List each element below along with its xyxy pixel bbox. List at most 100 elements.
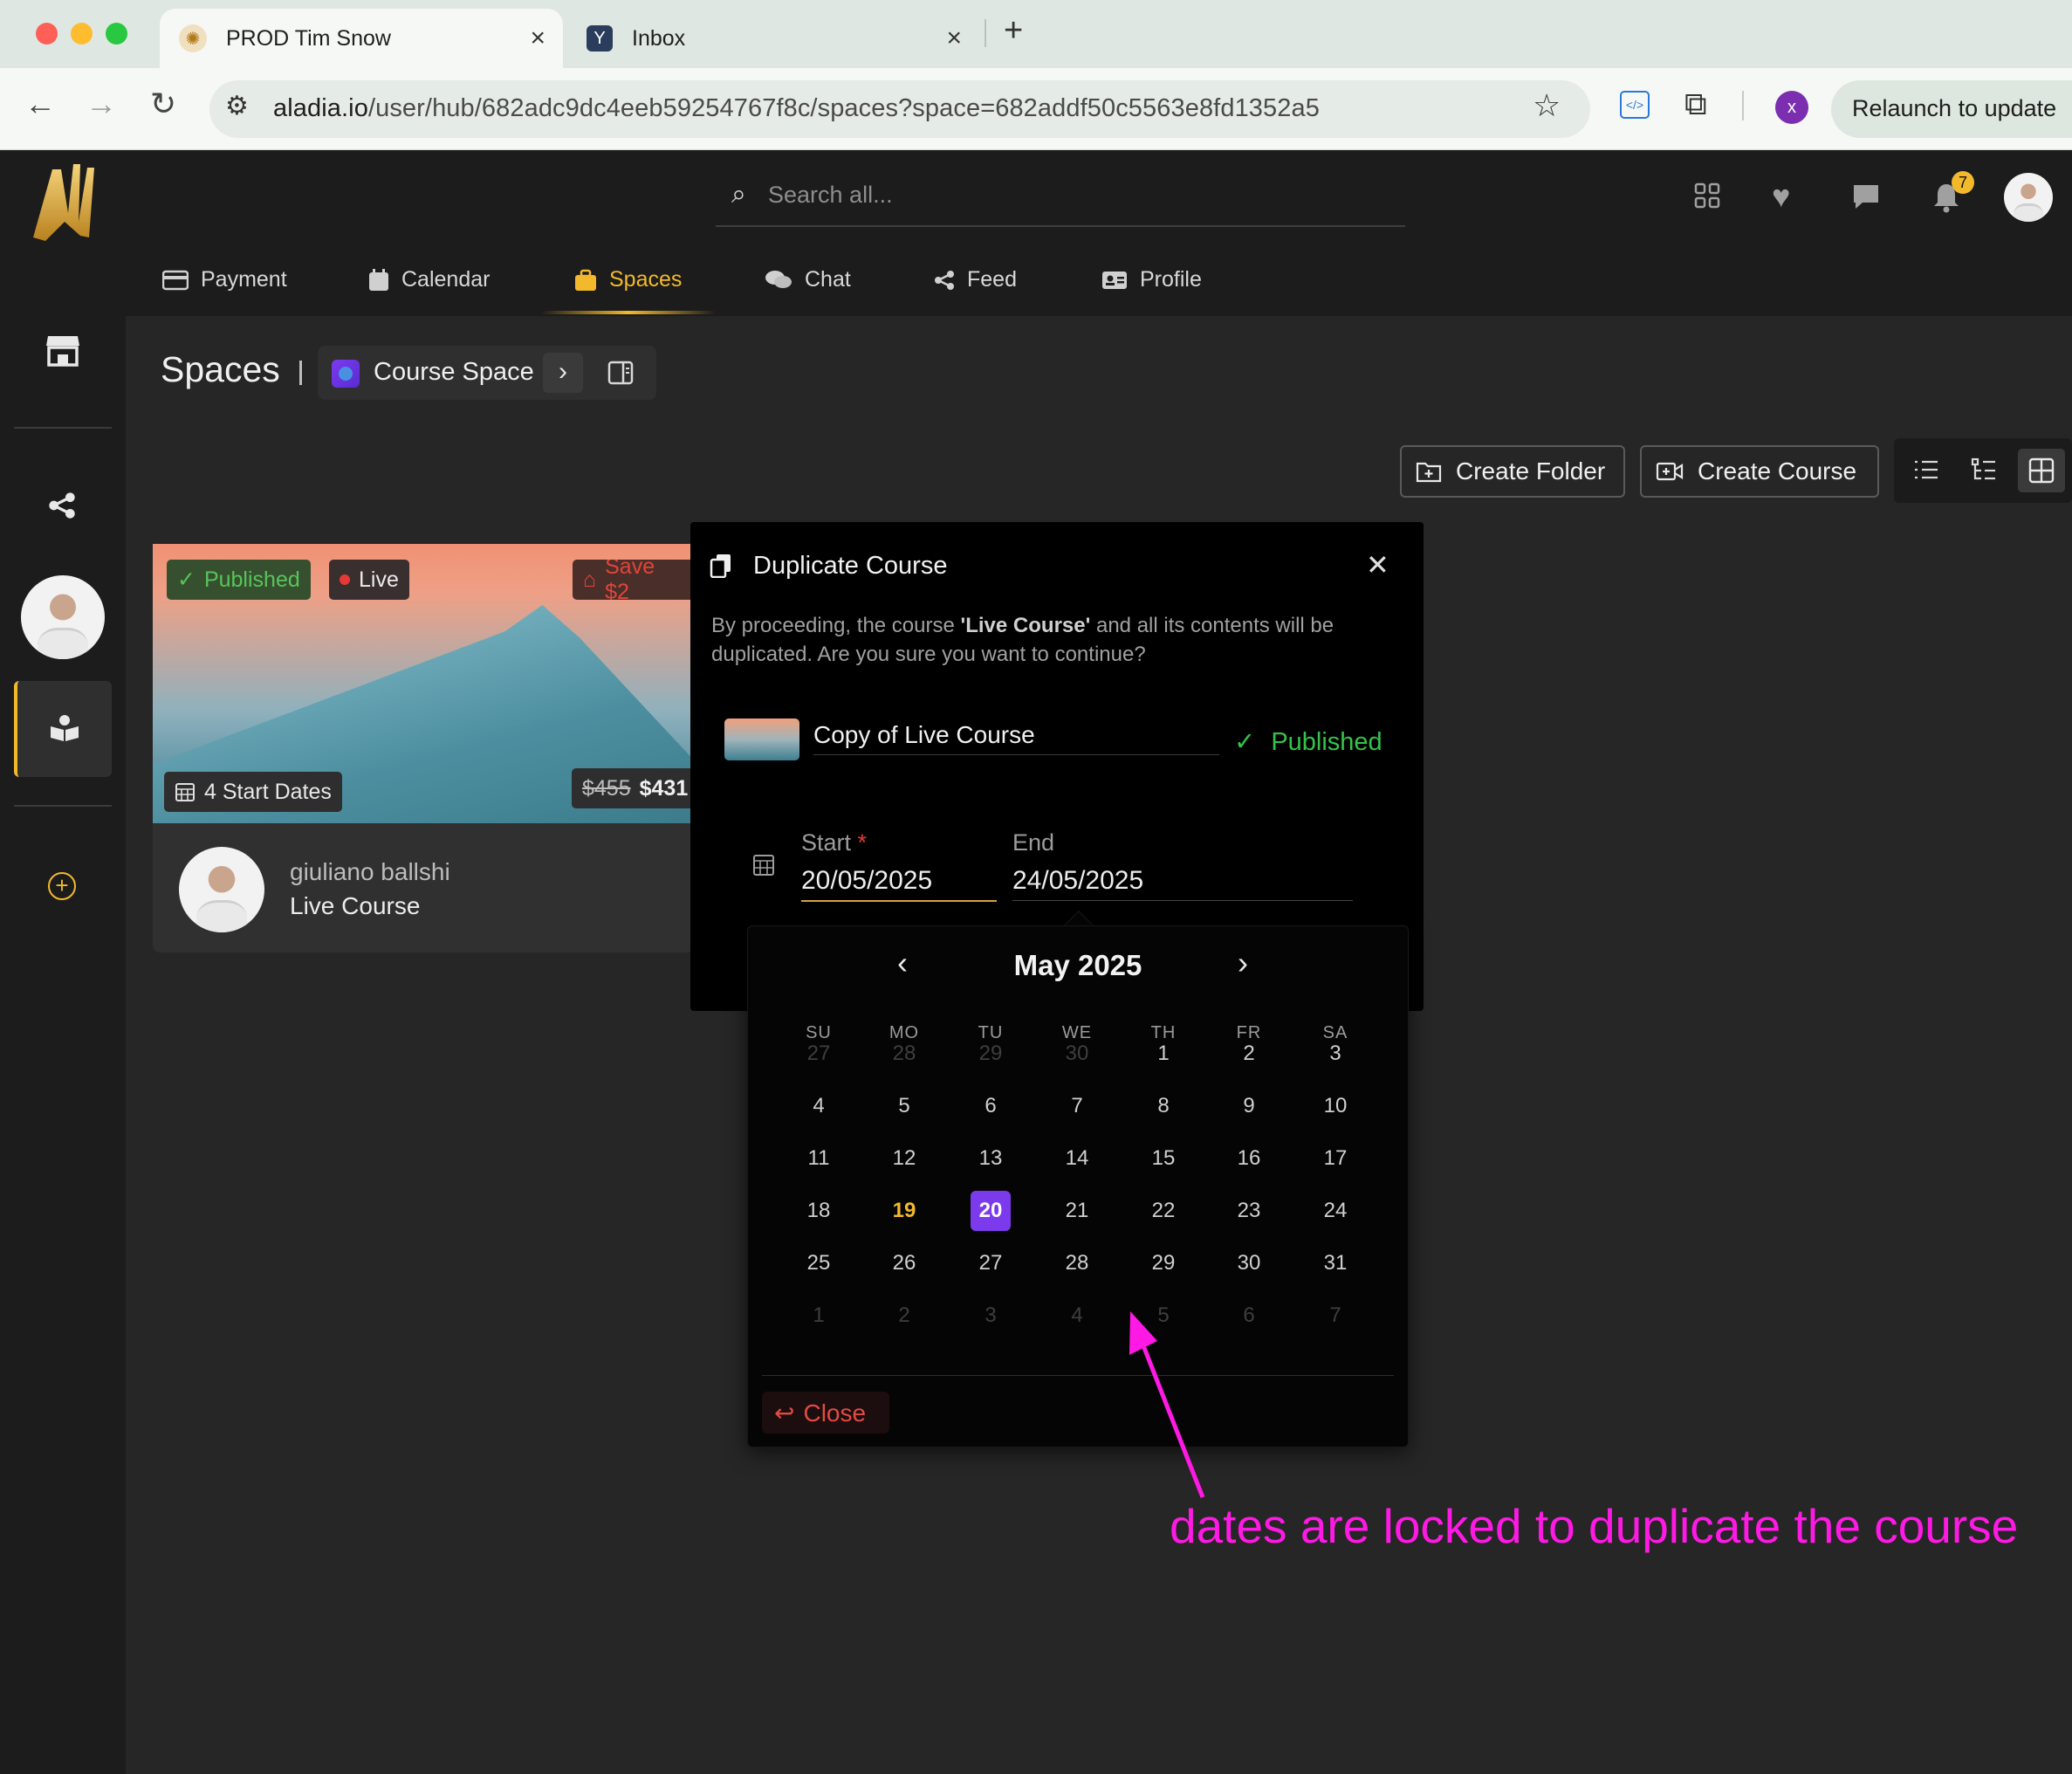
- start-dates-label: 4 Start Dates: [204, 779, 332, 804]
- devtools-extension-icon[interactable]: </>: [1620, 91, 1650, 119]
- day-cell[interactable]: 23: [1229, 1191, 1269, 1231]
- window-close-button[interactable]: [36, 23, 58, 45]
- site-settings-icon[interactable]: ⚙: [225, 91, 249, 121]
- previous-month-icon[interactable]: ‹: [897, 945, 908, 981]
- next-month-icon[interactable]: ›: [1238, 945, 1248, 981]
- video-plus-icon: [1656, 462, 1684, 481]
- create-course-button[interactable]: Create Course: [1640, 445, 1879, 498]
- search-icon: ⌕: [731, 180, 746, 209]
- user-avatar[interactable]: [2004, 173, 2053, 222]
- add-space-icon[interactable]: +: [48, 872, 76, 900]
- window-maximize-button[interactable]: [106, 23, 127, 45]
- new-tab-icon[interactable]: +: [1004, 12, 1023, 50]
- tab-spaces[interactable]: Spaces: [574, 267, 682, 292]
- store-icon[interactable]: [45, 333, 80, 367]
- start-date-input[interactable]: 20/05/2025: [801, 866, 932, 896]
- day-cell[interactable]: 19: [884, 1191, 924, 1231]
- day-cell[interactable]: 22: [1143, 1191, 1184, 1231]
- aladia-logo[interactable]: [26, 161, 101, 244]
- tab-payment[interactable]: Payment: [162, 267, 287, 292]
- status-toggle[interactable]: ✓ Published: [1234, 726, 1382, 757]
- extensions-puzzle-icon[interactable]: ⧉: [1684, 86, 1707, 123]
- breadcrumb-space-name[interactable]: Course Space: [374, 358, 534, 387]
- window-minimize-button[interactable]: [71, 23, 93, 45]
- browser-tab-inbox[interactable]: Y Inbox ×: [567, 9, 979, 68]
- tab-profile[interactable]: Profile: [1101, 267, 1202, 292]
- day-cell[interactable]: 21: [1057, 1191, 1097, 1231]
- bookmark-star-icon[interactable]: ☆: [1533, 87, 1561, 124]
- panel-toggle-icon[interactable]: [607, 360, 634, 386]
- day-cell[interactable]: 17: [1315, 1138, 1355, 1179]
- start-dates-badge[interactable]: 4 Start Dates: [164, 772, 342, 812]
- profile-avatar[interactable]: x: [1775, 91, 1808, 124]
- heart-icon[interactable]: ♥: [1772, 178, 1790, 215]
- start-date-underline: [801, 900, 997, 902]
- day-cell[interactable]: 15: [1143, 1138, 1184, 1179]
- apps-grid-icon[interactable]: [1693, 182, 1721, 217]
- day-cell[interactable]: 9: [1229, 1086, 1269, 1126]
- day-cell-outside-month: 3: [985, 1303, 997, 1327]
- copy-name-input[interactable]: Copy of Live Course: [813, 721, 1035, 749]
- course-title[interactable]: Live Course: [290, 892, 420, 920]
- day-cell[interactable]: 5: [884, 1086, 924, 1126]
- tab-feed[interactable]: Feed: [934, 267, 1017, 292]
- network-share-icon[interactable]: [48, 492, 76, 519]
- datepicker-month-label[interactable]: May 2025: [969, 949, 1187, 982]
- message-course-name: 'Live Course': [960, 614, 1091, 637]
- dialog-close-icon[interactable]: ✕: [1366, 548, 1389, 581]
- url-text[interactable]: aladia.io/user/hub/682adc9dc4eeb59254767…: [273, 94, 1320, 123]
- day-cell[interactable]: 12: [884, 1138, 924, 1179]
- forward-icon[interactable]: →: [86, 86, 117, 122]
- day-cell[interactable]: 20: [971, 1191, 1011, 1231]
- day-cell[interactable]: 16: [1229, 1138, 1269, 1179]
- create-folder-button[interactable]: Create Folder: [1400, 445, 1625, 498]
- day-cell[interactable]: 6: [971, 1086, 1011, 1126]
- sidebar-user-avatar[interactable]: [21, 575, 105, 659]
- day-cell[interactable]: 2: [1229, 1034, 1269, 1074]
- messages-icon[interactable]: [1850, 182, 1882, 219]
- tab-calendar[interactable]: Calendar: [368, 267, 490, 292]
- day-cell[interactable]: 1: [1143, 1034, 1184, 1074]
- datepicker-close-button[interactable]: ↩ Close: [762, 1392, 889, 1434]
- day-cell[interactable]: 30: [1229, 1243, 1269, 1283]
- day-cell[interactable]: 8: [1143, 1086, 1184, 1126]
- list-view-icon[interactable]: [1913, 457, 1939, 482]
- day-cell[interactable]: 4: [799, 1086, 839, 1126]
- back-icon[interactable]: ←: [24, 86, 56, 122]
- tree-view-icon[interactable]: [1971, 457, 1997, 482]
- day-cell[interactable]: 25: [799, 1243, 839, 1283]
- day-cell[interactable]: 27: [971, 1243, 1011, 1283]
- grid-view-button[interactable]: [2018, 449, 2065, 492]
- day-cell[interactable]: 10: [1315, 1086, 1355, 1126]
- reload-icon[interactable]: ↻: [150, 86, 176, 122]
- day-cell[interactable]: 28: [1057, 1243, 1097, 1283]
- day-cell[interactable]: 3: [1315, 1034, 1355, 1074]
- day-cell[interactable]: 11: [799, 1138, 839, 1179]
- tab-close-icon[interactable]: ×: [530, 24, 545, 53]
- day-cell-outside-month: 7: [1329, 1303, 1341, 1327]
- dialog-message: By proceeding, the course 'Live Course' …: [711, 611, 1410, 669]
- chevron-right-icon[interactable]: ›: [543, 353, 583, 393]
- day-cell[interactable]: 7: [1057, 1086, 1097, 1126]
- day-cell[interactable]: 18: [799, 1191, 839, 1231]
- search-input[interactable]: Search all...: [768, 182, 893, 209]
- browser-tab-active[interactable]: ✺ PROD Tim Snow ×: [160, 9, 563, 68]
- day-cell[interactable]: 14: [1057, 1138, 1097, 1179]
- toolbar-divider: [1742, 91, 1744, 120]
- left-sidebar: [0, 150, 126, 1774]
- space-logo-icon: [332, 360, 360, 388]
- day-cell[interactable]: 24: [1315, 1191, 1355, 1231]
- relaunch-button[interactable]: Relaunch to update: [1831, 80, 2072, 138]
- message-prefix: By proceeding, the course: [711, 614, 961, 637]
- day-cell[interactable]: 26: [884, 1243, 924, 1283]
- author-avatar[interactable]: [179, 847, 264, 932]
- undo-arrow-icon: ↩: [774, 1399, 795, 1427]
- tab-chat[interactable]: Chat: [765, 267, 851, 292]
- day-cell[interactable]: 29: [1143, 1243, 1184, 1283]
- active-tab-indicator: [541, 311, 716, 314]
- day-cell[interactable]: 31: [1315, 1243, 1355, 1283]
- tab-close-icon[interactable]: ×: [946, 24, 962, 53]
- sidebar-item-courses[interactable]: [14, 681, 112, 777]
- end-date-input[interactable]: 24/05/2025: [1012, 866, 1143, 896]
- day-cell[interactable]: 13: [971, 1138, 1011, 1179]
